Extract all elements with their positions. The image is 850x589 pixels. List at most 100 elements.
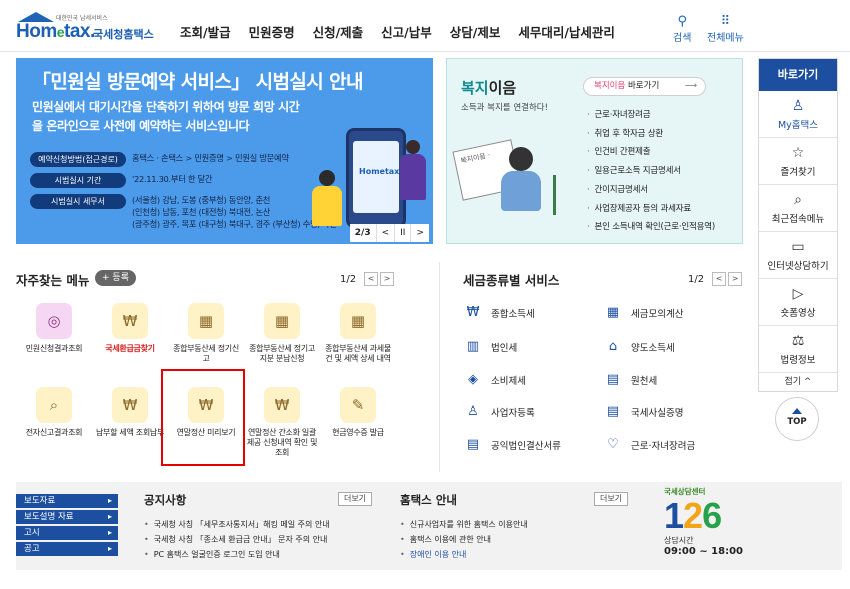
footer-link-announcement[interactable]: 공고 [16, 542, 118, 556]
withholding-icon: ▤ [606, 372, 620, 387]
service-public-corp-docs[interactable]: ▤ 공익법인결산서류 [463, 437, 561, 452]
frequent-prev-button[interactable]: < [364, 272, 379, 286]
notice-list: 국세청 사칭 「세무조사통지서」해킹 메일 주의 안내 국세청 사칭 「종소세 … [144, 517, 330, 562]
frequent-page-indicator: 1/2 [340, 273, 357, 285]
welfare-item[interactable]: 본인 소득내역 확인(근로·인적용역) [587, 218, 716, 237]
guide-more-button[interactable]: 더보기 [594, 492, 628, 506]
nav-item-inquiry[interactable]: 조회/발급 [180, 22, 231, 41]
service-corporate-tax[interactable]: ▥ 법인세 [463, 339, 517, 354]
quick-fold-button[interactable]: 접기 ^ [759, 373, 837, 391]
frequent-tile-refund[interactable]: ₩ 국세환급금찾기 [94, 303, 166, 354]
main-navigation: 조회/발급 민원증명 신청/제출 신고/납부 상담/제보 세무대리/납세관리 [180, 22, 633, 41]
service-tax-certificate[interactable]: ▤ 국세사실증명 [603, 404, 684, 419]
guide-item[interactable]: 장애인 이용 안내 [400, 547, 528, 562]
notice-item[interactable]: 국세청 사칭 「종소세 환급금 안내」 문자 주의 안내 [144, 532, 330, 547]
frequent-tile-cash-receipt[interactable]: ✎ 현금영수증 발급 [322, 387, 394, 438]
welfare-banner[interactable]: 복지이음 소득과 복지를 연결하다! 복지이음 바로가기 ⟶ 근로·자녀장려금 … [446, 58, 743, 244]
banner-row: 시범실시 세무서 (서울청) 강남, 도봉 (중부청) 동안양, 춘천 (인천청… [30, 194, 337, 230]
guide-item[interactable]: 신규사업자를 위한 홈택스 이용안내 [400, 517, 528, 532]
recent-icon: ⌕ [794, 192, 802, 208]
quick-recent-menu[interactable]: ⌕ 최근접속메뉴 [759, 185, 837, 232]
welfare-item[interactable]: 취업 후 학자금 상환 [587, 125, 715, 144]
quick-law-info[interactable]: ⚖ 법령정보 [759, 326, 837, 373]
guide-list: 신규사업자를 위한 홈택스 이용안내 홈택스 이용에 관한 안내 장애인 이용 … [400, 517, 528, 562]
frequent-tile-year-end-simplified[interactable]: ₩ 연말정산 간소화 일괄제공 신청내역 확인 및 조회 [246, 387, 318, 458]
quick-menu-title: 바로가기 [759, 59, 837, 91]
notice-item[interactable]: 국세청 사칭 「세무조사통지서」해킹 메일 주의 안내 [144, 517, 330, 532]
banner-prev-button[interactable]: < [375, 224, 395, 242]
footer-link-press[interactable]: 보도자료 [16, 494, 118, 508]
user-icon: ♙ [791, 98, 805, 114]
register-button[interactable]: + 등록 [95, 270, 136, 286]
tax-services-title: 세금종류별 서비스 [463, 273, 560, 288]
service-earned-income-credit[interactable]: ♡ 근로·자녀장려금 [603, 437, 695, 452]
footer-link-list: 보도자료 보도설명 자료 고시 공고 [16, 494, 118, 558]
services-prev-button[interactable]: < [712, 272, 727, 286]
frequent-tile-property-tax-details[interactable]: ▦ 종합부동산세 과세물건 및 세액 상세 내역 [322, 303, 394, 364]
banner-pause-button[interactable]: II [394, 224, 410, 242]
banner-pill: 시범실시 세무서 [30, 194, 126, 209]
frequent-tile-tax-payment[interactable]: ₩ 납부할 세액 조회납부 [94, 387, 166, 438]
hometax-logo[interactable]: 대한민국 납세서비스 Hometax. 국세청홈택스 [16, 12, 156, 46]
frequent-tile-property-tax-filing[interactable]: ▦ 종합부동산세 정기신고 [170, 303, 242, 364]
service-withholding-tax[interactable]: ▤ 원천세 [603, 372, 657, 387]
search-label: 검색 [673, 33, 692, 44]
gem-icon: ◈ [468, 372, 478, 387]
welfare-go-button[interactable]: 복지이음 바로가기 ⟶ [583, 77, 706, 96]
quick-menu: 바로가기 ♙ My홈택스 ☆ 즐겨찾기 ⌕ 최근접속메뉴 ▭ 인터넷상담하기 ▷… [758, 58, 838, 392]
banner-pager: 2/3 < II > [349, 224, 429, 242]
footer-link-notice[interactable]: 고시 [16, 526, 118, 540]
banner-next-button[interactable]: > [410, 224, 429, 242]
welfare-item[interactable]: 인건비 간편제출 [587, 143, 715, 162]
nav-item-consulting[interactable]: 상담/제보 [450, 22, 501, 41]
service-business-registration[interactable]: ♙ 사업자등록 [463, 404, 535, 419]
welfare-item[interactable]: 간이지급명세서 [587, 181, 715, 200]
arrow-right-icon: ⟶ [684, 81, 697, 91]
quick-favorites[interactable]: ☆ 즐겨찾기 [759, 138, 837, 185]
welfare-item[interactable]: 사업장제공자 등의 과세자료 [587, 200, 715, 219]
frequent-tile-e-filing-result[interactable]: ⌕ 전자신고결과조회 [18, 387, 90, 438]
welfare-illustration: 복지이음 · [452, 135, 577, 240]
calendar-icon: ▦ [198, 312, 214, 330]
nav-item-certificates[interactable]: 민원증명 [249, 22, 295, 41]
person-illustration [400, 140, 426, 200]
footer-link-press-explanation[interactable]: 보도설명 자료 [16, 510, 118, 524]
all-menu-button[interactable]: ⠿ 전체메뉴 [707, 14, 744, 44]
search-icon: ⚲ [677, 14, 687, 29]
certificate-icon: ▤ [606, 404, 620, 419]
frequent-tile-complaint-result[interactable]: ◎ 민원신청결과조회 [18, 303, 90, 354]
service-tax-simulation[interactable]: ▦ 세금모의계산 [603, 305, 684, 320]
service-income-tax[interactable]: ₩ 종합소득세 [463, 305, 535, 320]
service-capital-gains-tax[interactable]: ⌂ 양도소득세 [603, 339, 675, 354]
guide-title: 홈택스 안내 [400, 493, 457, 507]
welfare-item[interactable]: 근로·자녀장려금 [587, 106, 715, 125]
logo-korean-name: 국세청홈택스 [93, 28, 154, 41]
guide-item[interactable]: 홈택스 이용에 관한 안내 [400, 532, 528, 547]
nav-item-filing[interactable]: 신고/납부 [381, 22, 432, 41]
top-button[interactable]: TOP [775, 397, 819, 441]
banner-row-value: (서울청) 강남, 도봉 (중부청) 동안양, 춘천 (인천청) 남동, 포천 … [132, 195, 337, 229]
banner-row: 시범실시 기간 '22.11.30.부터 한 달간 [30, 173, 213, 188]
frequent-menu-title: 자주찾는 메뉴 [16, 273, 90, 288]
quick-online-consult[interactable]: ▭ 인터넷상담하기 [759, 232, 837, 279]
welfare-item[interactable]: 일용근로소득 지급명세서 [587, 162, 715, 181]
nav-item-tax-agent[interactable]: 세무대리/납세관리 [518, 22, 615, 41]
quick-my-hometax[interactable]: ♙ My홈택스 [759, 91, 837, 138]
gavel-icon: ⚖ [791, 333, 805, 349]
notice-more-button[interactable]: 더보기 [338, 492, 372, 506]
notice-title: 공지사항 [144, 493, 187, 507]
all-menu-label: 전체메뉴 [707, 33, 744, 44]
search-button[interactable]: ⚲ 검색 [673, 14, 691, 44]
quick-shortform-video[interactable]: ▷ 숏폼영상 [759, 279, 837, 326]
site-header: 대한민국 납세서비스 Hometax. 국세청홈택스 조회/발급 민원증명 신청… [0, 0, 850, 52]
registration-icon: ♙ [467, 404, 479, 419]
nav-item-application[interactable]: 신청/제출 [313, 22, 364, 41]
banner-row: 예약신청방법(접근경로) 홈택스 · 손택스 > 민원증명 > 민원실 방문예약 [30, 152, 289, 167]
service-consumption-tax[interactable]: ◈ 소비제세 [463, 372, 526, 387]
services-next-button[interactable]: > [728, 272, 743, 286]
main-banner[interactable]: 「민원실 방문예약 서비스」 시범실시 안내 민원실에서 대기시간을 단축하기 … [16, 58, 433, 244]
house-icon: ⌂ [608, 339, 618, 354]
frequent-next-button[interactable]: > [380, 272, 395, 286]
notice-item[interactable]: PC 홈택스 얼굴인증 로그인 도입 안내 [144, 547, 330, 562]
frequent-tile-property-tax-installment[interactable]: ▦ 종합부동산세 정기고지분 분납신청 [246, 303, 318, 364]
